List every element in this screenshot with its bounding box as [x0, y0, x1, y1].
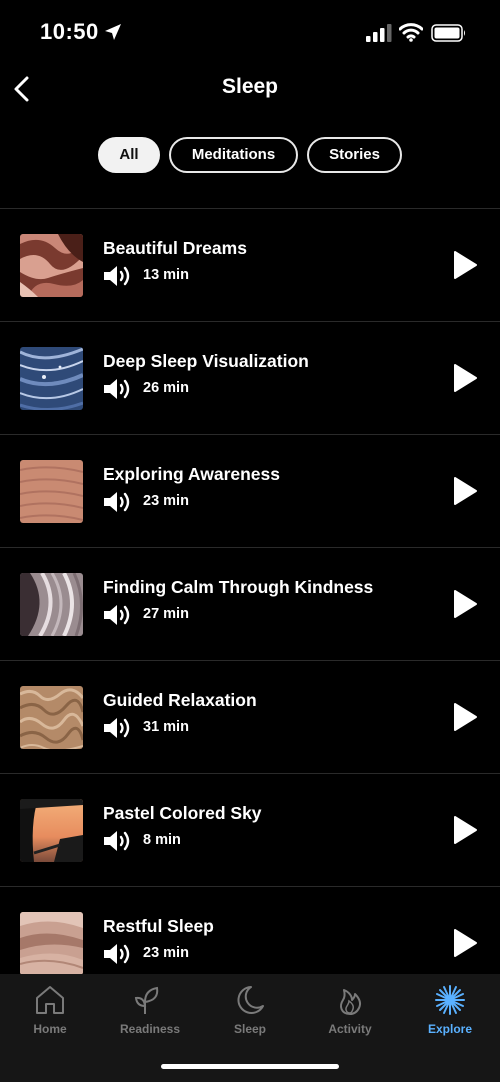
session-duration: 26 min	[143, 380, 189, 396]
speaker-icon	[104, 492, 130, 512]
tab-activity[interactable]: Activity	[300, 974, 400, 1044]
session-title: Restful Sleep	[103, 916, 214, 936]
session-thumbnail	[20, 912, 83, 975]
sunset-car-image	[20, 799, 83, 862]
grey-agate-image	[20, 573, 83, 636]
wifi-icon	[399, 23, 423, 42]
speaker-icon	[104, 831, 130, 851]
session-duration: 13 min	[143, 267, 189, 283]
speaker-icon	[104, 266, 130, 286]
play-icon[interactable]	[452, 250, 478, 280]
list-item[interactable]: Beautiful Dreams 13 min	[0, 209, 500, 322]
tab-explore[interactable]: Explore	[400, 974, 500, 1044]
tab-label: Sleep	[233, 1022, 266, 1036]
play-icon[interactable]	[452, 815, 478, 845]
filter-chip-meditations[interactable]: Meditations	[169, 137, 298, 173]
session-title: Beautiful Dreams	[103, 238, 247, 258]
list-item[interactable]: Finding Calm Through Kindness 27 min	[0, 548, 500, 661]
filter-chip-stories[interactable]: Stories	[307, 137, 402, 173]
sprout-icon	[134, 986, 159, 1014]
list-item[interactable]: Pastel Colored Sky 8 min	[0, 774, 500, 887]
page-title: Sleep	[221, 75, 279, 98]
tab-readiness[interactable]: Readiness	[100, 974, 200, 1044]
session-title: Deep Sleep Visualization	[103, 351, 309, 371]
sparkle-icon	[435, 985, 465, 1015]
session-thumbnail	[20, 234, 83, 297]
session-thumbnail	[20, 573, 83, 636]
session-thumbnail	[20, 460, 83, 523]
sand-ripples-image	[20, 460, 83, 523]
session-title: Guided Relaxation	[103, 690, 257, 710]
cellular-signal-icon	[366, 24, 392, 42]
session-duration: 23 min	[143, 945, 189, 961]
speaker-icon	[104, 605, 130, 625]
sand-texture-image	[20, 686, 83, 749]
moon-icon	[237, 986, 264, 1014]
flame-icon	[340, 989, 361, 1015]
blue-agate-image	[20, 347, 83, 410]
tab-label: Explore	[427, 1022, 472, 1036]
session-title: Finding Calm Through Kindness	[103, 577, 374, 597]
session-thumbnail	[20, 347, 83, 410]
speaker-icon	[104, 379, 130, 399]
session-title: Pastel Colored Sky	[103, 803, 262, 823]
filter-chip-all[interactable]: All	[98, 137, 160, 173]
home-indicator	[161, 1064, 339, 1069]
play-icon[interactable]	[452, 928, 478, 958]
speaker-icon	[104, 944, 130, 964]
speaker-icon	[104, 718, 130, 738]
play-icon[interactable]	[452, 476, 478, 506]
red-canyon-image	[20, 234, 83, 297]
tab-label: Home	[33, 1022, 67, 1036]
status-time: 10:50	[40, 19, 99, 44]
session-title: Exploring Awareness	[103, 464, 281, 484]
battery-icon	[431, 24, 465, 42]
filter-chips: All Meditations Stories	[0, 137, 500, 177]
list-item[interactable]: Restful Sleep 23 min	[0, 887, 500, 975]
session-list: Beautiful Dreams 13 min Deep Sleep Visua…	[0, 208, 500, 975]
tab-sleep[interactable]: Sleep	[200, 974, 300, 1044]
session-thumbnail	[20, 686, 83, 749]
session-duration: 31 min	[143, 719, 189, 735]
list-item[interactable]: Exploring Awareness 23 min	[0, 435, 500, 548]
status-bar: 10:50	[0, 0, 500, 66]
location-arrow-icon	[105, 24, 121, 40]
dunes-image	[20, 912, 83, 975]
home-icon	[36, 986, 64, 1014]
list-item[interactable]: Deep Sleep Visualization 26 min	[0, 322, 500, 435]
tab-home[interactable]: Home	[0, 974, 100, 1044]
tab-label: Readiness	[119, 1022, 181, 1036]
play-icon[interactable]	[452, 702, 478, 732]
session-duration: 27 min	[143, 606, 189, 622]
session-thumbnail	[20, 799, 83, 862]
list-item[interactable]: Guided Relaxation 31 min	[0, 661, 500, 774]
play-icon[interactable]	[452, 589, 478, 619]
session-duration: 8 min	[143, 832, 181, 848]
play-icon[interactable]	[452, 363, 478, 393]
tab-label: Activity	[328, 1022, 372, 1036]
session-duration: 23 min	[143, 493, 189, 509]
